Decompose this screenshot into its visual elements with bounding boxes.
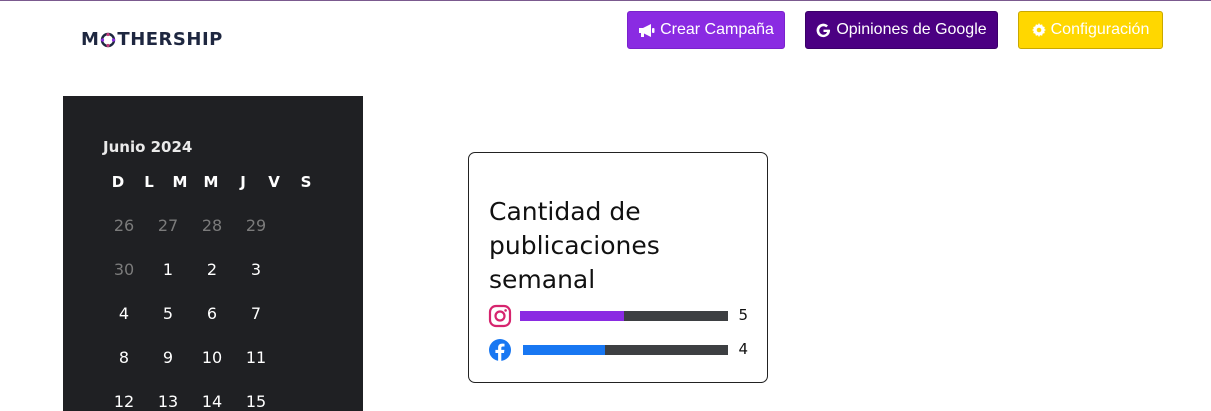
calendar-day[interactable]: 7 xyxy=(240,304,272,323)
calendar-day[interactable]: 9 xyxy=(152,348,184,367)
calendar-day[interactable]: 13 xyxy=(152,392,184,411)
facebook-progress-fill xyxy=(523,345,605,355)
calendar-day[interactable]: 2 xyxy=(196,260,228,279)
google-reviews-button[interactable]: Opiniones de Google xyxy=(805,11,998,49)
instagram-icon xyxy=(488,304,512,328)
weekday-label: V xyxy=(268,173,280,191)
card-title: Cantidad de publicaciones semanal xyxy=(489,197,660,294)
facebook-icon xyxy=(489,339,511,361)
calendar-day[interactable]: 11 xyxy=(240,348,272,367)
google-reviews-label: Opiniones de Google xyxy=(836,21,987,38)
facebook-progress-track xyxy=(523,345,728,355)
logo-mark-icon xyxy=(101,32,116,47)
calendar-day[interactable]: 28 xyxy=(196,216,228,235)
google-g-icon xyxy=(816,23,831,37)
calendar-day[interactable]: 5 xyxy=(152,304,184,323)
settings-label: Configuración xyxy=(1050,21,1150,38)
weekday-label: M xyxy=(172,173,188,191)
calendar-day[interactable]: 15 xyxy=(240,392,272,411)
instagram-row: 5 xyxy=(488,304,753,328)
weekday-label: L xyxy=(144,173,154,191)
weekday-label: J xyxy=(240,173,246,191)
settings-button[interactable]: Configuración xyxy=(1018,11,1163,49)
calendar-day[interactable]: 30 xyxy=(108,260,140,279)
calendar-day[interactable]: 3 xyxy=(240,260,272,279)
calendar-day[interactable]: 12 xyxy=(108,392,140,411)
calendar-day[interactable]: 8 xyxy=(108,348,140,367)
calendar-day[interactable]: 26 xyxy=(108,216,140,235)
gear-icon xyxy=(1031,23,1046,37)
create-campaign-button[interactable]: Crear Campaña xyxy=(627,11,785,49)
weekday-label: S xyxy=(300,173,312,191)
sidebar: Junio 2024 D L M M J V S 26 27 28 29 30 … xyxy=(63,96,363,411)
calendar-day[interactable]: 27 xyxy=(152,216,184,235)
calendar-day[interactable]: 14 xyxy=(196,392,228,411)
calendar-day[interactable]: 29 xyxy=(240,216,272,235)
weekday-label: M xyxy=(203,173,219,191)
create-campaign-label: Crear Campaña xyxy=(660,21,774,38)
megaphone-icon xyxy=(639,23,655,37)
weekly-posts-card: Cantidad de publicaciones semanal 5 4 xyxy=(468,152,768,383)
calendar-day[interactable]: 4 xyxy=(108,304,140,323)
weekday-label: D xyxy=(111,173,125,191)
logo[interactable]: M THERSHIP xyxy=(81,29,223,50)
calendar-day[interactable]: 1 xyxy=(152,260,184,279)
calendar-day[interactable]: 10 xyxy=(196,348,228,367)
facebook-count: 4 xyxy=(738,340,748,358)
facebook-row: 4 xyxy=(488,338,753,362)
instagram-count: 5 xyxy=(738,306,748,324)
calendar-day[interactable]: 6 xyxy=(196,304,228,323)
calendar-month: Junio 2024 xyxy=(103,138,193,156)
instagram-progress-fill xyxy=(520,311,624,321)
logo-text-start: M xyxy=(81,29,100,50)
logo-text-end: THERSHIP xyxy=(117,29,223,50)
instagram-progress-track xyxy=(520,311,728,321)
